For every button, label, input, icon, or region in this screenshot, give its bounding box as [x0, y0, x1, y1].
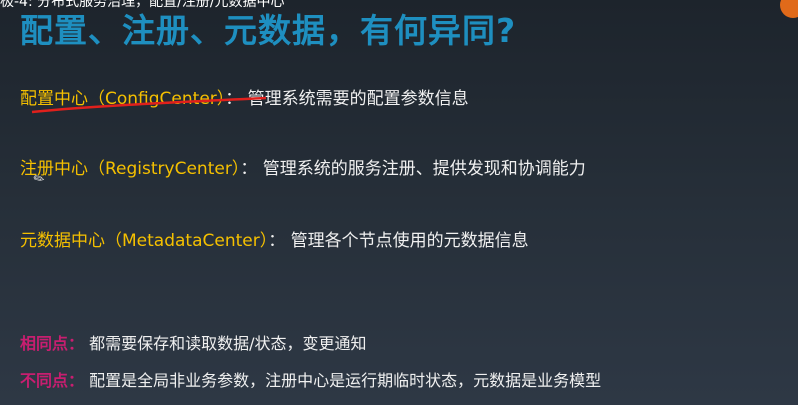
item-key: 元数据中心（MetadataCenter） — [20, 231, 269, 251]
item-sep: ： — [268, 231, 286, 251]
similarities-text: 都需要保存和读取数据/状态，变更通知 — [89, 334, 367, 353]
differences: 不同点： 配置是全局非业务参数，注册中心是运行期临时状态，元数据是业务模型 — [20, 367, 601, 391]
item-key: 注册中心（RegistryCenter） — [20, 159, 241, 179]
slide-title: 配置、注册、元数据，有何异同? — [20, 11, 517, 50]
item-desc: 管理系统需要的配置参数信息 — [247, 89, 469, 109]
similarities: 相同点： 都需要保存和读取数据/状态，变更通知 — [20, 330, 367, 354]
red-underline-annotation — [31, 96, 267, 114]
differences-label: 不同点： — [20, 371, 85, 390]
logo-icon — [780, 0, 798, 18]
item-registry-center: 注册中心（RegistryCenter）： 管理系统的服务注册、提供发现和协调能… — [20, 154, 586, 179]
item-sep: ： — [240, 159, 258, 179]
item-metadata-center: 元数据中心（MetadataCenter）： 管理各个节点使用的元数据信息 — [20, 226, 529, 251]
similarities-label: 相同点： — [20, 334, 85, 353]
differences-text: 配置是全局非业务参数，注册中心是运行期临时状态，元数据是业务模型 — [89, 371, 602, 390]
item-desc: 管理各个节点使用的元数据信息 — [290, 231, 529, 251]
item-desc: 管理系统的服务注册、提供发现和协调能力 — [262, 159, 586, 179]
